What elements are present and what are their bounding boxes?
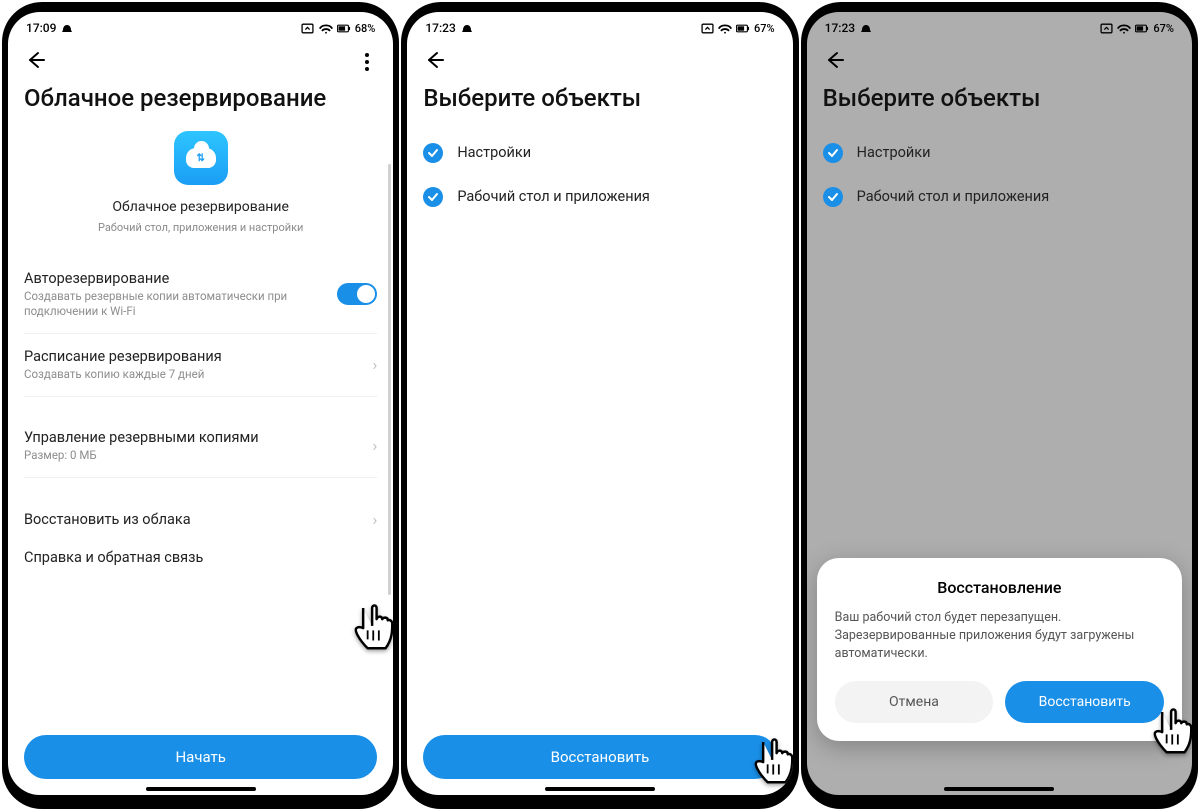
autobackup-toggle[interactable] <box>337 283 377 305</box>
top-bar <box>407 40 792 84</box>
checkmark-icon <box>823 143 843 163</box>
screen-1: 17:09 68% Облачное резервирование ⇅ <box>8 12 393 795</box>
check-item-settings[interactable]: Настройки <box>423 131 776 175</box>
phone-frame-3: 17:23 67% Выберите объекты Настройки <box>801 2 1198 809</box>
home-indicator[interactable] <box>545 787 655 791</box>
start-button[interactable]: Начать <box>24 735 377 779</box>
bottom-area: Восстановить <box>407 725 792 795</box>
home-indicator[interactable] <box>146 787 256 791</box>
checkmark-icon <box>423 143 443 163</box>
hero-block: ⇅ Облачное резервирование Рабочий стол, … <box>24 131 377 234</box>
row-restore-from-cloud[interactable]: Восстановить из облака › <box>24 496 377 539</box>
status-battery: 67% <box>1153 22 1174 35</box>
restore-dialog: Восстановление Ваш рабочий стол будет пе… <box>817 558 1182 741</box>
screen-2: 17:23 67% Выберите объекты Настройки <box>407 12 792 795</box>
back-button[interactable] <box>423 49 445 75</box>
scrollbar[interactable] <box>388 164 391 595</box>
checkmark-icon <box>823 187 843 207</box>
row-label: Управление резервными копиями <box>24 429 365 446</box>
top-bar <box>807 40 1192 84</box>
button-label: Отмена <box>889 694 939 710</box>
chevron-right-icon: › <box>373 355 378 374</box>
bell-icon <box>859 21 873 35</box>
chevron-right-icon: › <box>373 436 378 455</box>
check-item-desktop-apps[interactable]: Рабочий стол и приложения <box>823 175 1176 219</box>
status-battery: 67% <box>754 22 775 35</box>
check-label: Настройки <box>857 144 931 161</box>
wifi-icon <box>1117 21 1131 35</box>
check-item-settings[interactable]: Настройки <box>823 131 1176 175</box>
row-schedule[interactable]: Расписание резервирования Создавать копи… <box>24 334 377 397</box>
row-label: Авторезервирование <box>24 270 329 287</box>
page-title: Выберите объекты <box>423 84 776 113</box>
dialog-body: Ваш рабочий стол будет перезапущен. Заре… <box>835 609 1164 663</box>
status-bar: 17:09 68% <box>8 12 393 40</box>
bell-icon <box>460 21 474 35</box>
phone-frame-1: 17:09 68% Облачное резервирование ⇅ <box>2 2 399 809</box>
page-title: Выберите объекты <box>823 84 1176 113</box>
row-manage-backups[interactable]: Управление резервными копиями Размер: 0 … <box>24 415 377 478</box>
battery-icon <box>1135 21 1149 35</box>
back-button[interactable] <box>24 49 46 75</box>
cast-icon <box>301 21 315 35</box>
hero-title: Облачное резервирование <box>24 199 377 215</box>
check-label: Рабочий стол и приложения <box>857 188 1050 205</box>
content-area: Выберите объекты Настройки Рабочий стол … <box>407 84 792 725</box>
bottom-area <box>807 725 1192 795</box>
bell-icon <box>60 21 74 35</box>
row-help-feedback[interactable]: Справка и обратная связь <box>24 539 377 580</box>
overflow-menu-button[interactable] <box>357 52 377 72</box>
content-area: Облачное резервирование ⇅ Облачное резер… <box>8 84 393 725</box>
bottom-area: Начать <box>8 725 393 795</box>
dialog-cancel-button[interactable]: Отмена <box>835 681 994 723</box>
row-label: Справка и обратная связь <box>24 549 369 566</box>
restore-button[interactable]: Восстановить <box>423 735 776 779</box>
check-label: Настройки <box>457 144 531 161</box>
cast-icon <box>1099 21 1113 35</box>
dialog-title: Восстановление <box>835 578 1164 597</box>
status-time: 17:23 <box>825 21 855 35</box>
status-bar: 17:23 67% <box>807 12 1192 40</box>
check-item-desktop-apps[interactable]: Рабочий стол и приложения <box>423 175 776 219</box>
row-label: Расписание резервирования <box>24 348 365 365</box>
chevron-right-icon: › <box>373 510 378 529</box>
battery-icon <box>736 21 750 35</box>
status-bar: 17:23 67% <box>407 12 792 40</box>
row-label: Восстановить из облака <box>24 511 365 528</box>
button-label: Начать <box>175 748 225 766</box>
home-indicator[interactable] <box>944 787 1054 791</box>
wifi-icon <box>718 21 732 35</box>
cast-icon <box>700 21 714 35</box>
status-time: 17:23 <box>425 21 455 35</box>
row-sub: Размер: 0 МБ <box>24 448 365 463</box>
dialog-confirm-button[interactable]: Восстановить <box>1005 681 1164 723</box>
screen-3: 17:23 67% Выберите объекты Настройки <box>807 12 1192 795</box>
button-label: Восстановить <box>1039 694 1131 710</box>
phone-frame-2: 17:23 67% Выберите объекты Настройки <box>401 2 798 809</box>
row-sub: Создавать копию каждые 7 дней <box>24 367 365 382</box>
hero-subtitle: Рабочий стол, приложения и настройки <box>24 221 377 234</box>
check-label: Рабочий стол и приложения <box>457 188 650 205</box>
status-time: 17:09 <box>26 21 56 35</box>
battery-icon <box>337 21 351 35</box>
page-title: Облачное резервирование <box>24 84 377 113</box>
checkmark-icon <box>423 187 443 207</box>
button-label: Восстановить <box>551 748 650 766</box>
top-bar <box>8 40 393 84</box>
row-autobackup[interactable]: Авторезервирование Создавать резервные к… <box>24 256 377 334</box>
row-sub: Создавать резервные копии автоматически … <box>24 289 329 319</box>
status-battery: 68% <box>355 22 376 35</box>
back-button[interactable] <box>823 49 845 75</box>
wifi-icon <box>319 21 333 35</box>
cloud-backup-icon: ⇅ <box>174 131 228 185</box>
